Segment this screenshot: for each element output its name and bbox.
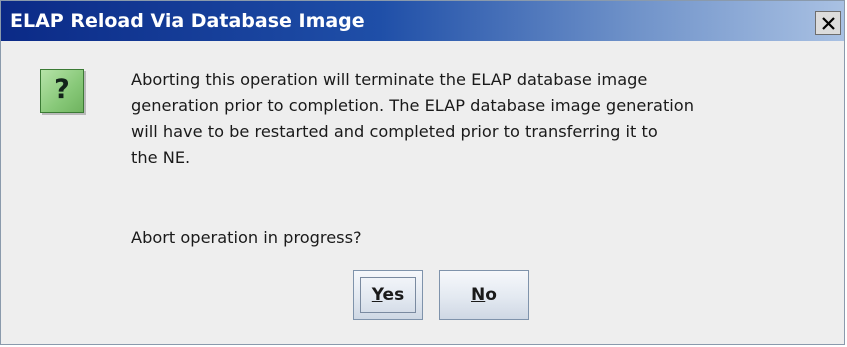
yes-label-rest: es [382, 285, 405, 305]
no-button-label: No [471, 285, 497, 305]
dialog-window: ELAP Reload Via Database Image ? Abortin… [0, 0, 845, 345]
yes-mnemonic: Y [371, 285, 383, 305]
close-button[interactable] [815, 11, 841, 35]
no-label-rest: o [485, 285, 497, 305]
dialog-content: ? Aborting this operation will terminate… [1, 41, 844, 344]
question-text: Abort operation in progress? [131, 228, 362, 247]
title-bar[interactable]: ELAP Reload Via Database Image [1, 1, 844, 41]
yes-button-label: Yes [372, 285, 404, 305]
window-title: ELAP Reload Via Database Image [10, 10, 365, 32]
message-line: will have to be restarted and completed … [131, 122, 658, 141]
message-line: Aborting this operation will terminate t… [131, 70, 648, 89]
question-icon-glyph: ? [54, 74, 70, 105]
message-line: the NE. [131, 148, 191, 167]
yes-button[interactable]: Yes [353, 270, 423, 320]
no-button[interactable]: No [439, 270, 529, 320]
no-mnemonic: N [471, 285, 486, 305]
message-text: Aborting this operation will terminate t… [131, 67, 831, 171]
close-x-icon [822, 17, 835, 30]
message-line: generation prior to completion. The ELAP… [131, 96, 694, 115]
question-icon: ? [40, 69, 84, 113]
